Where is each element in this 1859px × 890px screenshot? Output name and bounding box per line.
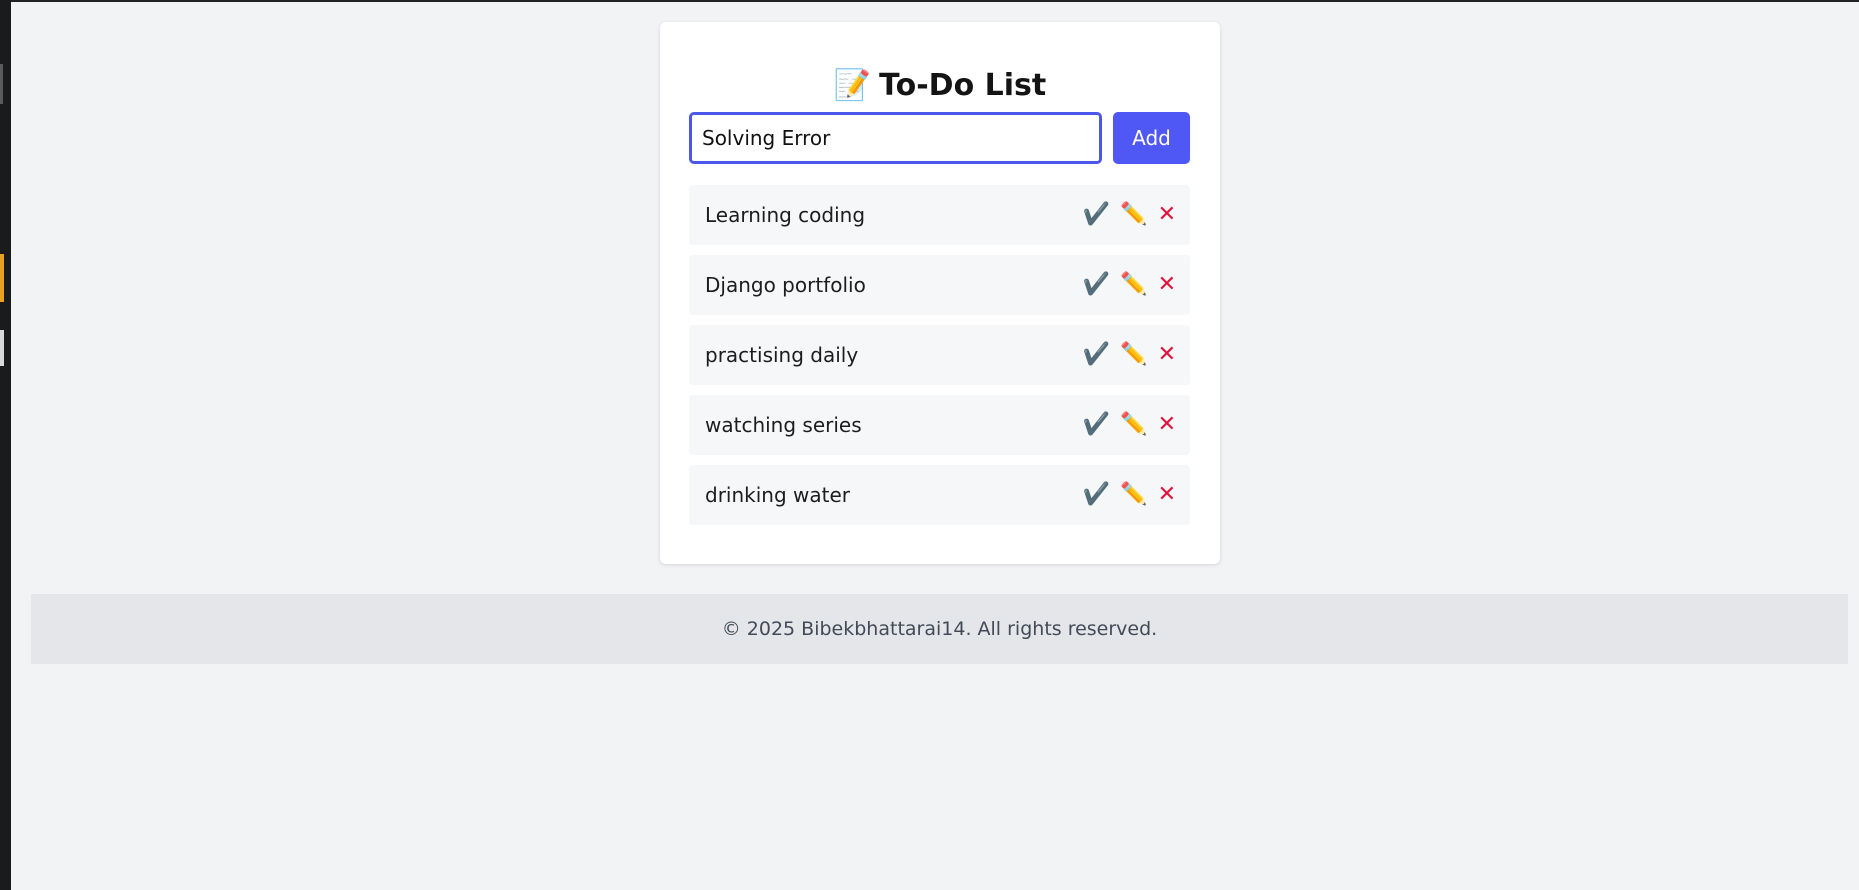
footer-copyright: © 2025 Bibekbhattarai14. All rights rese…	[721, 618, 1158, 640]
edit-pencil-icon[interactable]: ✏️	[1120, 484, 1147, 506]
edge-mark	[0, 330, 4, 366]
task-list: Learning coding ✔️ ✏️ ✕ Django portfolio ✔️ ✏️…	[689, 185, 1190, 535]
page-title-text: To-Do List	[879, 68, 1047, 103]
edge-mark	[0, 64, 3, 104]
delete-x-icon[interactable]: ✕	[1158, 414, 1176, 436]
task-item: drinking water ✔️ ✏️ ✕	[689, 465, 1190, 525]
todo-card: 📝To-Do List Add Learning coding✔️✏️✕Djan…	[660, 22, 1220, 564]
page-title: 📝 To-Do List	[660, 68, 1220, 104]
add-button[interactable]: Add	[1113, 112, 1190, 164]
edit-pencil-icon[interactable]: ✏️	[1120, 414, 1147, 436]
edit-pencil-icon[interactable]: ✏️	[1120, 274, 1147, 296]
memo-icon: 📝	[833, 68, 872, 103]
task-actions: ✔️ ✏️ ✕	[1073, 465, 1176, 525]
task-actions: ✔️ ✏️ ✕	[1073, 185, 1176, 245]
complete-check-icon[interactable]: ✔️	[1083, 274, 1110, 296]
task-label: Django portfolio	[705, 273, 866, 297]
task-item: Django portfolio ✔️ ✏️ ✕	[689, 255, 1190, 315]
delete-x-icon[interactable]: ✕	[1158, 484, 1176, 506]
task-label: drinking water	[705, 483, 850, 507]
task-actions: ✔️ ✏️ ✕	[1073, 255, 1176, 315]
top-border	[0, 0, 1859, 2]
task-item: Learning coding ✔️ ✏️ ✕	[689, 185, 1190, 245]
task-item: practising daily ✔️ ✏️ ✕	[689, 325, 1190, 385]
left-window-edge	[0, 0, 11, 890]
complete-check-icon[interactable]: ✔️	[1083, 344, 1110, 366]
task-label: watching series	[705, 413, 862, 437]
delete-x-icon[interactable]: ✕	[1158, 274, 1176, 296]
delete-x-icon[interactable]: ✕	[1158, 204, 1176, 226]
edge-mark	[0, 254, 4, 302]
edit-pencil-icon[interactable]: ✏️	[1120, 204, 1147, 226]
delete-x-icon[interactable]: ✕	[1158, 344, 1176, 366]
task-actions: ✔️ ✏️ ✕	[1073, 395, 1176, 455]
complete-check-icon[interactable]: ✔️	[1083, 414, 1110, 436]
edit-pencil-icon[interactable]: ✏️	[1120, 344, 1147, 366]
task-label: practising daily	[705, 343, 859, 367]
complete-check-icon[interactable]: ✔️	[1083, 484, 1110, 506]
task-item: watching series ✔️ ✏️ ✕	[689, 395, 1190, 455]
task-actions: ✔️ ✏️ ✕	[1073, 325, 1176, 385]
footer: © 2025 Bibekbhattarai14. All rights rese…	[31, 594, 1848, 664]
complete-check-icon[interactable]: ✔️	[1083, 204, 1110, 226]
todo-input[interactable]	[689, 112, 1102, 164]
task-label: Learning coding	[705, 203, 866, 227]
